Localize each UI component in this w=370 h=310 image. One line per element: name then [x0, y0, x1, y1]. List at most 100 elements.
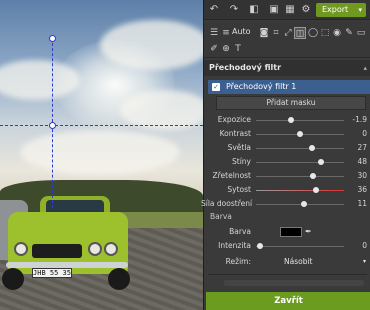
- car-wheel: [2, 268, 24, 290]
- slider-track[interactable]: [256, 204, 344, 205]
- slider-row: Stíny 48: [204, 156, 370, 168]
- cloud: [20, 130, 180, 175]
- gallery-icon[interactable]: ▦: [284, 4, 296, 16]
- intensity-track[interactable]: [256, 246, 344, 247]
- mode-row: Režim: Násobit ▾: [204, 256, 370, 268]
- transform-icon[interactable]: ⤢: [282, 27, 294, 39]
- app-window: JHB 55 35 ↶ ↷ ◧ ▣ ▦ ⚙ Export ▾ ☰ ≡ Auto …: [0, 0, 370, 310]
- undo-icon[interactable]: ↶: [208, 4, 220, 16]
- slider-label: Světla: [227, 143, 251, 152]
- close-button[interactable]: Zavřít: [206, 292, 370, 310]
- section-title: Přechodový filtr: [209, 63, 282, 72]
- chevron-down-icon: ▾: [362, 258, 366, 265]
- eyedropper-icon[interactable]: ✒: [305, 227, 315, 237]
- color-label: Barva: [229, 227, 251, 236]
- car-headlight: [104, 242, 118, 256]
- filter-center-handle[interactable]: [49, 122, 56, 129]
- radial-filter-icon[interactable]: ◯: [307, 27, 319, 39]
- color-swatch[interactable]: [280, 227, 302, 237]
- slider-label: Stíny: [232, 157, 251, 166]
- car-headlight: [88, 242, 102, 256]
- chevron-down-icon: ▾: [358, 6, 362, 14]
- filter-rotate-handle[interactable]: [49, 35, 56, 42]
- mask-icon[interactable]: ⬚: [319, 27, 331, 39]
- slider-track[interactable]: [256, 162, 344, 163]
- menu-icon[interactable]: ☰: [208, 27, 220, 39]
- cloud: [120, 90, 203, 130]
- redo-icon[interactable]: ↷: [228, 4, 240, 16]
- export-label: Export: [322, 5, 349, 14]
- export-button[interactable]: Export ▾: [316, 3, 366, 17]
- intensity-value[interactable]: 0: [345, 240, 367, 252]
- brush-icon[interactable]: ✎: [343, 27, 355, 39]
- slider-track[interactable]: [256, 148, 344, 149]
- add-mask-button[interactable]: Přidat masku: [216, 96, 366, 110]
- slider-value[interactable]: -1.9: [345, 114, 367, 126]
- edit-panel: ↶ ↷ ◧ ▣ ▦ ⚙ Export ▾ ☰ ≡ Auto ◙ ⌗ ⤢ ◫ ◯ …: [201, 0, 370, 310]
- healing-icon[interactable]: ⊕: [220, 43, 232, 55]
- slider-value[interactable]: 11: [345, 198, 367, 210]
- photo-canvas[interactable]: JHB 55 35: [0, 0, 203, 310]
- checkbox-icon[interactable]: ✓: [212, 83, 220, 91]
- stamp-icon[interactable]: ◉: [331, 27, 343, 39]
- cloud: [100, 20, 203, 70]
- license-plate: JHB 55 35: [32, 268, 72, 278]
- slider-knob[interactable]: [310, 173, 317, 179]
- slider-row: Expozice -1.9: [204, 114, 370, 126]
- slider-row: Síla doostření 11: [201, 198, 370, 210]
- slider-row: Sytost 36: [204, 184, 370, 196]
- slider-track[interactable]: [256, 176, 344, 177]
- intensity-label: Intenzita: [218, 241, 251, 250]
- slider-value[interactable]: 27: [345, 142, 367, 154]
- slider-label: Zřetelnost: [212, 171, 252, 180]
- top-bar: ↶ ↷ ◧ ▣ ▦ ⚙ Export ▾: [204, 0, 370, 20]
- filter-item-label: Přechodový filtr 1: [226, 82, 297, 91]
- slider-value[interactable]: 36: [345, 184, 367, 196]
- gradient-filter-icon[interactable]: ◫: [294, 27, 306, 39]
- slider-value[interactable]: 48: [345, 156, 367, 168]
- slider-track[interactable]: [256, 120, 344, 121]
- collapse-icon[interactable]: ▴: [363, 60, 367, 76]
- slider-label: Kontrast: [219, 129, 251, 138]
- mode-label: Režim:: [225, 257, 251, 266]
- image-icon[interactable]: ▣: [268, 4, 280, 16]
- car-wheel: [108, 268, 130, 290]
- color-row: Barva ✒: [204, 226, 370, 238]
- car-headlight: [14, 242, 28, 256]
- color-section-heading: Barva: [210, 212, 232, 221]
- slider-label: Sytost: [227, 185, 251, 194]
- settings-icon[interactable]: ⚙: [300, 4, 312, 16]
- pen-icon[interactable]: ✐: [208, 43, 220, 55]
- divider: [208, 274, 367, 275]
- intensity-slider-row: Intenzita 0: [204, 240, 370, 252]
- crop-icon[interactable]: ⌗: [270, 27, 282, 39]
- mode-select[interactable]: Násobit ▾: [282, 256, 368, 268]
- filter-list-item[interactable]: ✓ Přechodový filtr 1: [208, 80, 370, 94]
- slider-knob[interactable]: [318, 159, 325, 165]
- next-slider-row: [224, 280, 364, 286]
- eraser-icon[interactable]: ▭: [355, 27, 367, 39]
- slider-row: Kontrast 0: [204, 128, 370, 140]
- slider-knob[interactable]: [312, 187, 319, 193]
- slider-knob[interactable]: [301, 201, 308, 207]
- section-header[interactable]: Přechodový filtr ▴: [204, 60, 370, 76]
- mode-value: Násobit: [284, 257, 313, 266]
- filter-guide-line[interactable]: [0, 125, 203, 126]
- camera-icon[interactable]: ◙: [258, 27, 270, 39]
- slider-label: Expozice: [217, 115, 251, 124]
- slider-knob[interactable]: [297, 131, 303, 137]
- text-icon[interactable]: T: [232, 43, 244, 55]
- slider-knob[interactable]: [309, 145, 316, 151]
- intensity-knob[interactable]: [257, 243, 264, 249]
- auto-button[interactable]: Auto: [232, 27, 251, 36]
- slider-knob[interactable]: [288, 117, 295, 123]
- compare-icon[interactable]: ◧: [248, 4, 260, 16]
- sliders-icon[interactable]: ≡: [220, 27, 232, 39]
- slider-label: Síla doostření: [201, 199, 253, 208]
- slider-row: Světla 27: [204, 142, 370, 154]
- slider-row: Zřetelnost 30: [204, 170, 370, 182]
- slider-track[interactable]: [256, 190, 344, 191]
- slider-value[interactable]: 30: [345, 170, 367, 182]
- car-grille: [32, 244, 82, 258]
- slider-value[interactable]: 0: [345, 128, 367, 140]
